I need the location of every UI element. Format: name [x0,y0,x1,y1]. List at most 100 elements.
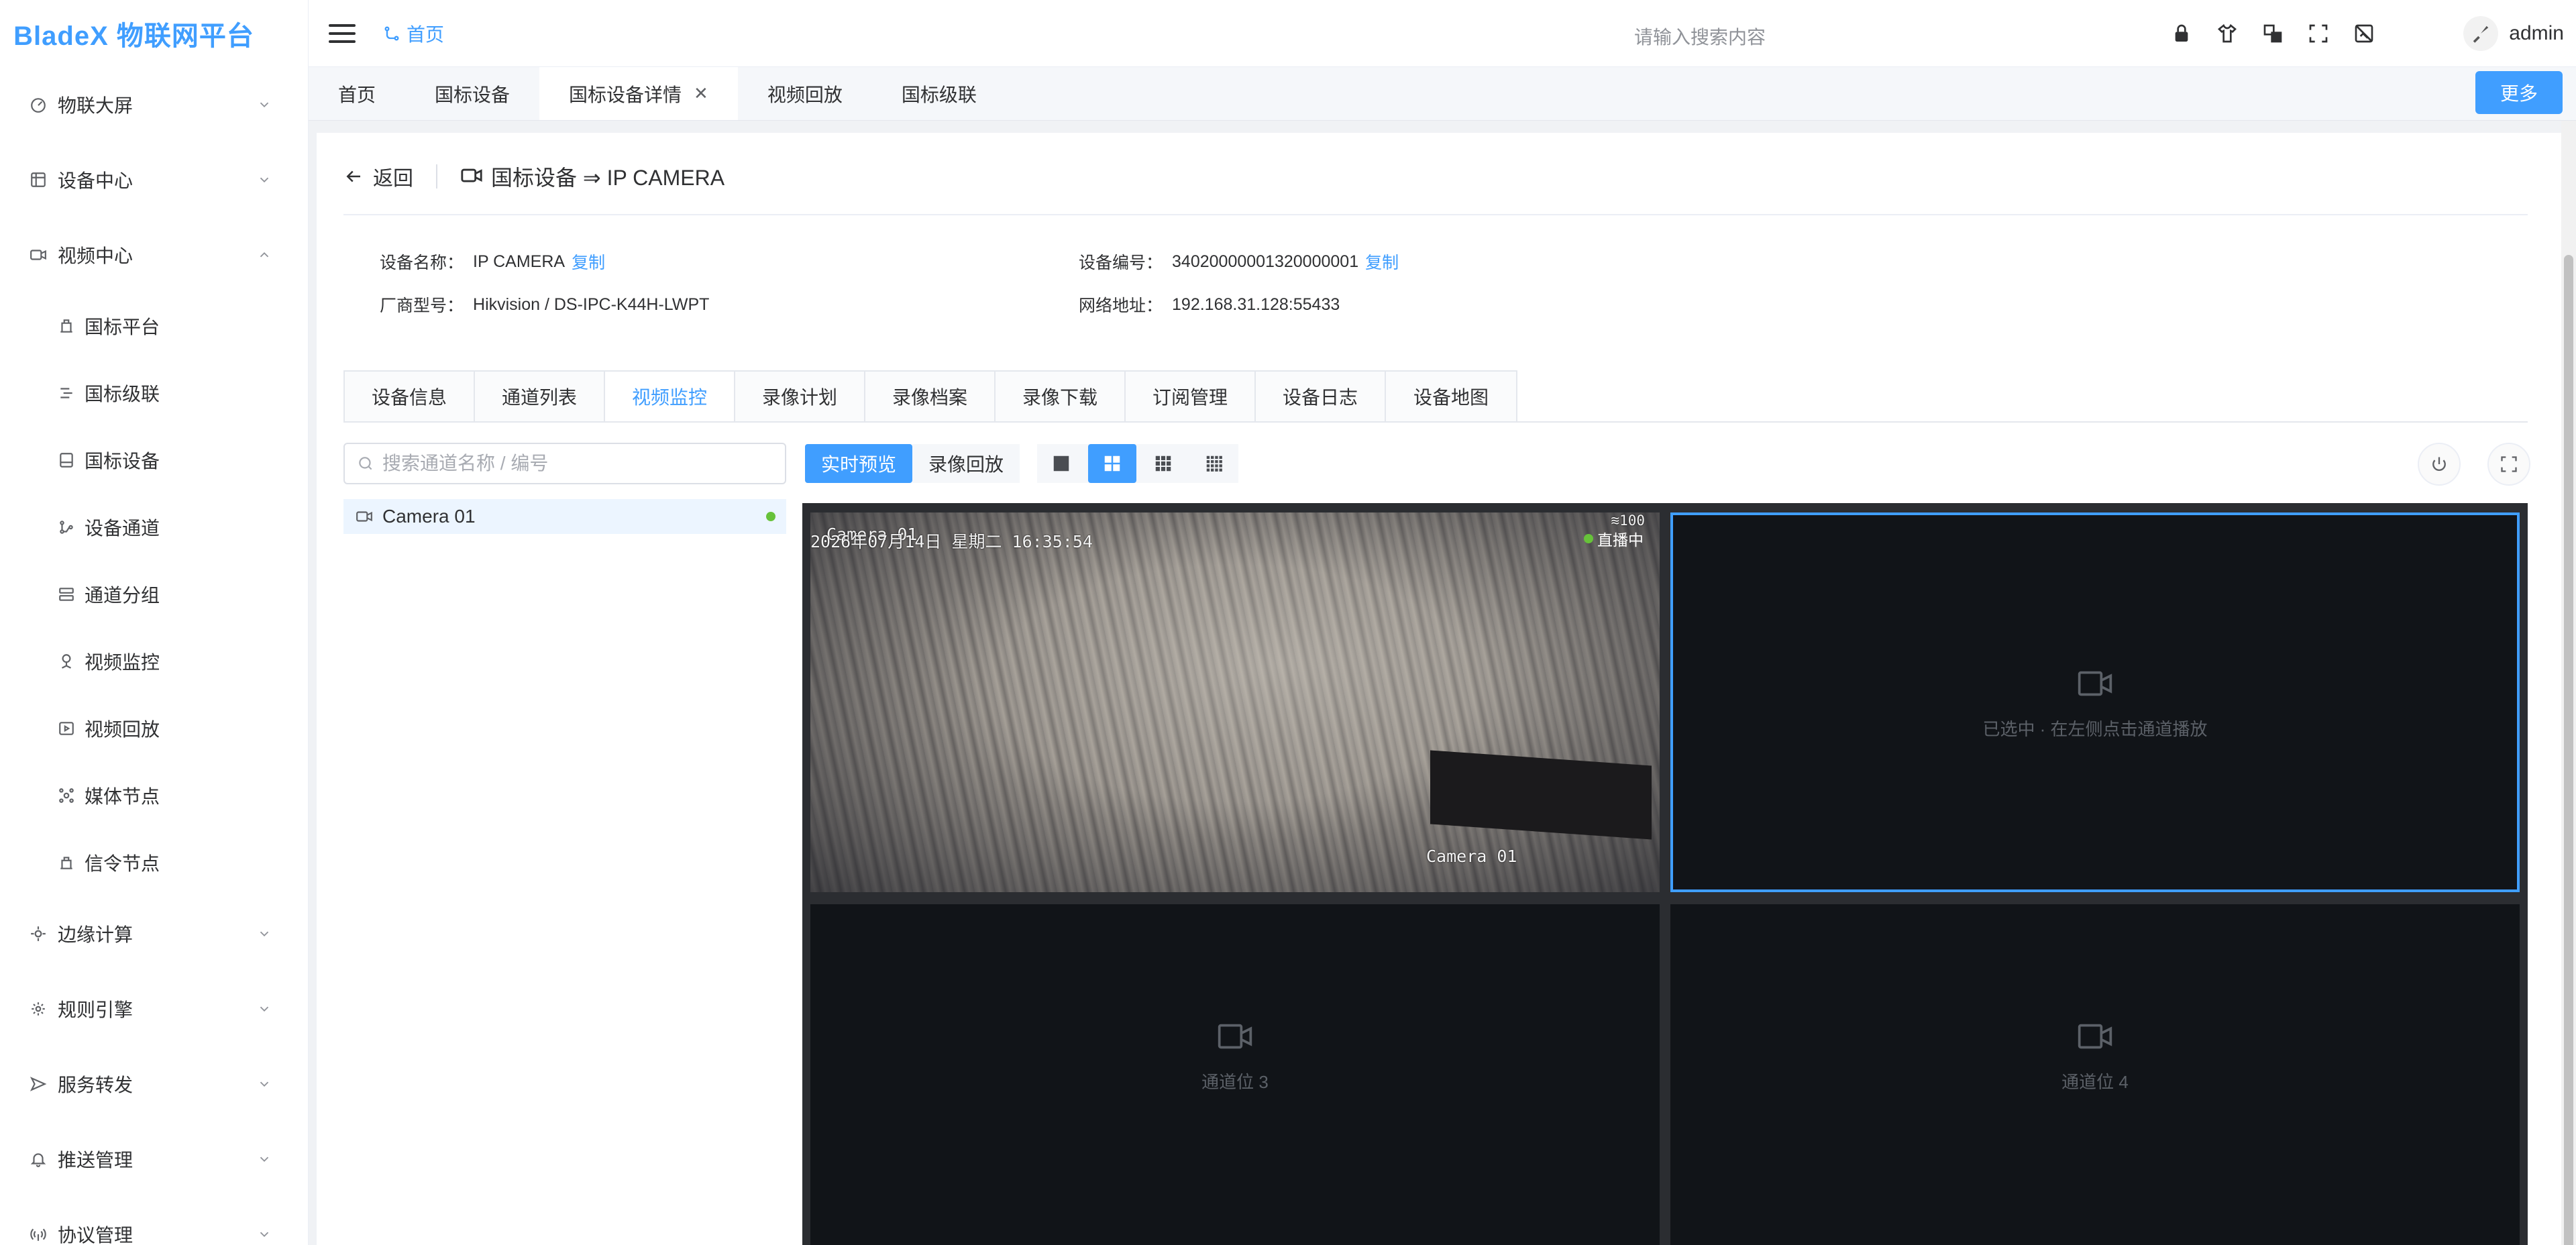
tab-subscription[interactable]: 订阅管理 [1126,372,1256,421]
sidebar-item-video-center[interactable]: 视频中心 [0,217,308,292]
layout-1x1-button[interactable] [1037,444,1085,483]
sidebar-subitem-video-monitor[interactable]: 视频监控 [0,628,308,695]
grid-3x3-icon [1155,455,1171,472]
copy-name-link[interactable]: 复制 [572,250,605,274]
tag-gb-cascade[interactable]: 国标级联 [872,67,1006,120]
single-screen-icon [1053,455,1069,472]
sidebar-subitem-media-node[interactable]: 媒体节点 [0,762,308,829]
translate-icon[interactable] [2259,20,2286,47]
device-vendor-value: Hikvision / DS-IPC-K44H-LWPT [473,294,710,314]
lock-icon[interactable] [2168,20,2195,47]
tag-gb-device[interactable]: 国标设备 [405,67,539,120]
sidebar-subitem-video-playback[interactable]: 视频回放 [0,695,308,762]
shirt-icon[interactable] [2214,20,2241,47]
app-logo[interactable]: BladeX 物联网平台 [0,0,308,67]
tab-device-log[interactable]: 设备日志 [1256,372,1386,421]
user-menu[interactable]: admin [2463,16,2564,51]
device-code-label: 设备编号： [1079,254,1163,272]
sidebar-item-device-center[interactable]: 设备中心 [0,142,308,217]
sidebar-subitem-channel-group[interactable]: 通道分组 [0,561,308,628]
camera-osd-name: Camera 01 [1426,847,1517,866]
sidebar-item-service-forward[interactable]: 服务转发 [0,1046,308,1122]
device-name-value: IP CAMERA [473,252,566,271]
divider [436,164,437,188]
record-playback-button[interactable]: 录像回放 [912,444,1020,483]
power-button[interactable] [2418,443,2461,486]
fullscreen-button[interactable] [2487,443,2530,486]
channel-search[interactable] [343,443,786,484]
chevron-down-icon [260,102,269,108]
sidebar-subitem-label: 信令节点 [85,853,160,874]
video-cell-3[interactable]: 通道位 3 [810,904,1660,1245]
copy-code-link[interactable]: 复制 [1365,250,1399,274]
back-button[interactable]: 返回 [343,162,413,191]
layout-2x2-button[interactable] [1088,444,1136,483]
sidebar-subitem-gb-device[interactable]: 国标设备 [0,427,308,494]
camera-osd-datetime: 2026年07月14日 星期二 16:35:54 [810,532,1093,551]
tag-video-playback[interactable]: 视频回放 [738,67,872,120]
breadcrumb[interactable]: 首页 [382,20,444,47]
tab-record-plan[interactable]: 录像计划 [735,372,865,421]
tag-home[interactable]: 首页 [309,67,405,120]
cell-label: 通道位 4 [2061,1071,2129,1092]
tab-record-download[interactable]: 录像下载 [996,372,1126,421]
search-icon [359,457,372,470]
camera-feed-object [1430,750,1652,840]
sidebar-subitem-gb-platform[interactable]: 国标平台 [0,292,308,360]
close-icon[interactable]: ✕ [694,83,708,104]
signal-node-icon [56,853,76,873]
chevron-up-icon [260,252,269,258]
sidebar-item-protocol-manage[interactable]: 协议管理 [0,1197,308,1245]
sidebar-item-push-manage[interactable]: 推送管理 [0,1122,308,1197]
global-search-input[interactable]: 请输入搜索内容 [1634,23,1970,50]
video-camera-icon [1218,1024,1252,1048]
tag-label: 首页 [338,84,376,105]
sidebar-item-edge-compute[interactable]: 边缘计算 [0,896,308,971]
video-cell-2[interactable]: 已选中 · 在左侧点击通道播放 [1670,512,2520,892]
fullscreen-icon[interactable] [2305,20,2332,47]
breadcrumb-home[interactable]: 首页 [407,20,444,47]
scrollbar-thumb[interactable] [2564,255,2573,1245]
device-code-value: 34020000001320000001 [1172,252,1359,271]
signal-value: 100 [1619,512,1645,529]
device-vendor-label: 厂商型号： [380,296,464,315]
tab-video-monitor[interactable]: 视频监控 [605,372,735,421]
menu-toggle-icon[interactable] [329,20,356,47]
layout-3x3-button[interactable] [1139,444,1187,483]
group-icon [56,584,76,604]
cell-placeholder: 通道位 4 [1670,904,2520,1206]
chevron-down-icon [260,1081,269,1087]
sidebar-item-rule-engine[interactable]: 规则引擎 [0,971,308,1046]
sidebar-subitem-label: 国标平台 [85,317,160,337]
live-preview-button[interactable]: 实时预览 [805,444,913,483]
tags-bar: 首页 国标设备 国标设备详情 ✕ 视频回放 国标级联 更多 [309,67,2576,121]
sidebar-item-dashboard[interactable]: 物联大屏 [0,67,308,142]
sidebar-item-label: 物联大屏 [58,95,133,116]
tab-channel-list[interactable]: 通道列表 [475,372,605,421]
layout-4x4-button[interactable] [1190,444,1238,483]
tab-record-archive[interactable]: 录像档案 [865,372,996,421]
back-label: 返回 [373,168,413,190]
page-scrollbar[interactable] [2561,121,2576,1245]
tab-device-info[interactable]: 设备信息 [345,372,475,421]
sidebar-subitem-label: 通道分组 [85,585,160,606]
dashboard-icon [28,95,48,115]
sidebar-subitem-gb-cascade[interactable]: 国标级联 [0,360,308,427]
sidebar: BladeX 物联网平台 物联大屏 设备中心 视频中心 国标平台 国标级联 国标… [0,0,309,1245]
sidebar-subitem-signal-node[interactable]: 信令节点 [0,829,308,896]
video-cell-4[interactable]: 通道位 4 [1670,904,2520,1245]
video-cell-1[interactable]: Camera 01 2026年07月14日 星期二 16:35:54 ≋100 … [810,512,1660,892]
more-button[interactable]: 更多 [2475,71,2563,114]
edge-icon [28,924,48,944]
channel-search-input[interactable] [382,453,758,474]
sidebar-subitem-device-channel[interactable]: 设备通道 [0,494,308,561]
top-bar: 首页 请输入搜索内容 admin [309,0,2576,67]
tag-gb-device-detail[interactable]: 国标设备详情 ✕ [539,67,738,120]
header-toolbar [2168,20,2377,47]
media-node-icon [56,786,76,806]
tab-device-map[interactable]: 设备地图 [1386,372,1516,421]
image-icon[interactable] [2351,20,2377,47]
channel-list-item[interactable]: Camera 01 [343,499,786,534]
video-wall: Camera 01 2026年07月14日 星期二 16:35:54 ≋100 … [802,503,2528,1245]
cell-hint: 已选中 · 在左侧点击通道播放 [1982,718,2208,739]
